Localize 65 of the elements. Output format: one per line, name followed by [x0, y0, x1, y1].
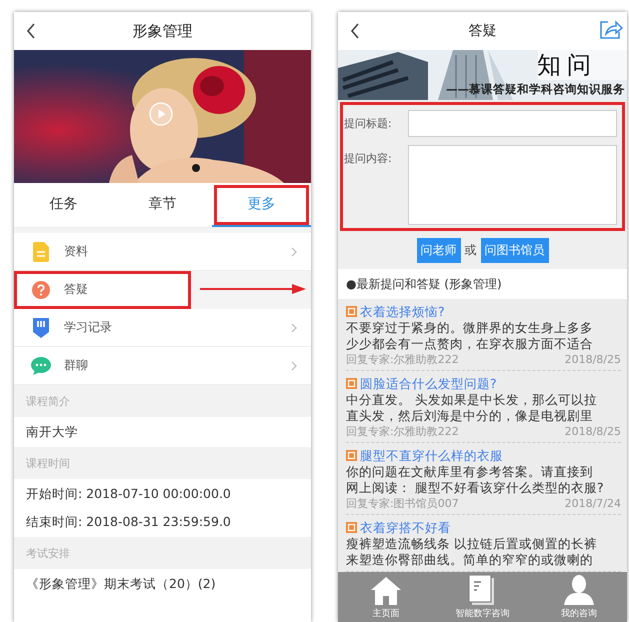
- section-heading: 课程简介: [14, 385, 311, 417]
- nav-tab[interactable]: 智能数字咨询: [434, 572, 531, 622]
- expert-name: 回复专家:尔雅助教222: [346, 424, 459, 439]
- list-heading: ●最新提问和答疑 (形象管理): [338, 269, 627, 299]
- back-icon[interactable]: [26, 23, 36, 39]
- answer-text: 瘦裤塑造流畅线条 以拉链后置或侧置的长裤: [346, 536, 598, 552]
- info-text: 开始时间: 2018-07-10 00:00:00.0: [26, 485, 232, 503]
- answer-text: 不要穿过于紧身的。微胖界的女生身上多多: [346, 320, 594, 336]
- person-icon: [564, 575, 594, 605]
- tab[interactable]: 章节: [113, 183, 212, 227]
- tab[interactable]: 任务: [14, 183, 113, 227]
- answer-text: 你的问题在文献库里有参考答案。请直接到: [346, 464, 594, 480]
- logo-text: 知问: [537, 50, 597, 80]
- expert-name: 回复专家:尔雅助教222: [346, 352, 459, 367]
- question-title[interactable]: 腿型不直穿什么样的衣服: [360, 447, 503, 464]
- answer-date: 2018/8/25: [564, 424, 621, 439]
- answer-text: 直头发，然后刘海是中分的，像是电视剧里: [346, 408, 594, 424]
- tagline: ——慕课答疑和学科咨询知识服务: [446, 81, 625, 97]
- back-icon[interactable]: [350, 23, 360, 39]
- menu-label: 学习记录: [64, 319, 113, 336]
- ask-button[interactable]: 问图书馆员: [480, 238, 548, 262]
- answer-date: 2018/7/24: [564, 496, 621, 511]
- answer-date: 2018/8/25: [564, 352, 621, 367]
- expert-name: 回复专家:图书馆员007: [346, 496, 459, 511]
- bookmark-icon: [33, 318, 49, 338]
- question-icon: [32, 280, 50, 298]
- section-heading: 考试安排: [14, 537, 311, 569]
- field-label: 提问内容:: [344, 151, 393, 166]
- menu-item[interactable]: 群聊: [14, 347, 311, 385]
- screen-title: 形象管理: [132, 22, 192, 40]
- menu-label: 群聊: [64, 357, 89, 374]
- answer-text: 少少都会有一点赘肉，在穿衣服方面不适合: [346, 336, 594, 352]
- content-field[interactable]: [408, 145, 617, 225]
- or-text: 或: [464, 242, 476, 258]
- info-text: 结束时间: 2018-08-31 23:59:59.0: [26, 513, 232, 531]
- answer-text: 网上阅读： 腿型不好看该穿什么类型的衣服?: [346, 480, 605, 496]
- question-title[interactable]: 圆脸适合什么发型问题?: [360, 375, 497, 392]
- menu-label: 资料: [64, 243, 89, 260]
- info-text: 南开大学: [26, 423, 79, 441]
- tab[interactable]: 更多: [212, 183, 311, 227]
- question-badge-icon: [346, 522, 357, 533]
- question-badge-icon: [346, 378, 357, 389]
- menu-item[interactable]: 资料: [14, 233, 311, 271]
- question-title[interactable]: 衣着选择烦恼?: [360, 303, 445, 320]
- document-icon: [33, 242, 49, 262]
- menu-item[interactable]: 答疑: [14, 271, 191, 309]
- title-field[interactable]: [408, 110, 617, 137]
- share-icon[interactable]: [599, 20, 623, 40]
- menu-item[interactable]: 学习记录: [14, 309, 311, 347]
- question-badge-icon: [346, 450, 357, 461]
- answer-text: 中分直发。 头发如果是中长发，那么可以拉: [346, 392, 598, 408]
- ask-button[interactable]: 问老师: [416, 238, 460, 262]
- menu-label: 答疑: [64, 281, 89, 298]
- book-icon: [469, 575, 496, 605]
- question-title[interactable]: 衣着穿搭不好看: [360, 519, 451, 536]
- nav-tab[interactable]: 主页面: [338, 572, 434, 622]
- screen-title: 答疑: [468, 22, 496, 40]
- info-text: 《形象管理》期末考试（20）(2): [26, 575, 217, 593]
- field-label: 提问标题:: [344, 116, 393, 131]
- home-icon: [371, 577, 402, 605]
- section-heading: 课程时间: [14, 447, 311, 479]
- answer-text: 来塑造你臀部曲线。简单的窄窄的或微喇的: [346, 552, 594, 568]
- nav-tab[interactable]: 我的咨询: [530, 572, 627, 622]
- chat-icon: [31, 356, 51, 374]
- question-badge-icon: [346, 306, 357, 317]
